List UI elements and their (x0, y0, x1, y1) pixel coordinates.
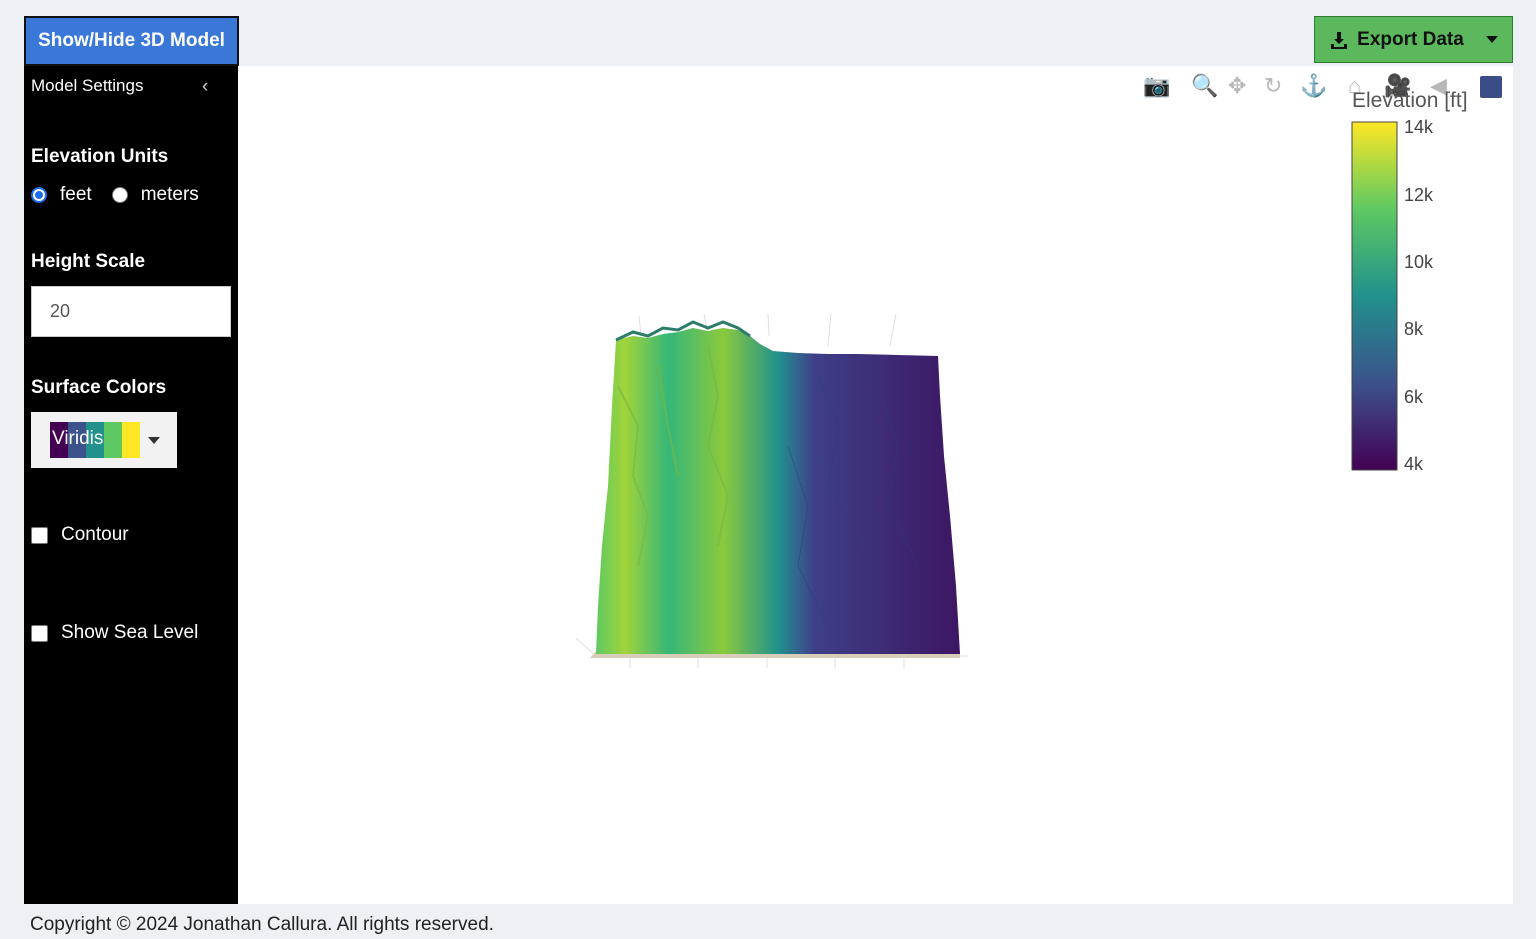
meters-radio-label[interactable]: meters (141, 184, 199, 206)
plot-area[interactable]: 📷 🔍 ✥ ↻ ⚓ ⌂ 🎥 ◀ (238, 66, 1513, 904)
turntable-rotation-icon[interactable]: ⚓ (1300, 72, 1327, 100)
collapse-sidebar-icon[interactable]: ‹ (202, 76, 208, 98)
terrain-surface-3d[interactable] (238, 66, 1513, 904)
export-data-label: Export Data (1357, 28, 1464, 50)
feet-radio-label[interactable]: feet (60, 184, 92, 206)
zoom-icon[interactable]: 🔍 (1191, 72, 1218, 100)
surface-colors-label: Surface Colors (31, 377, 167, 398)
colorbar-tick: 10k (1404, 252, 1434, 272)
meters-radio[interactable] (111, 187, 128, 203)
elevation-units-label: Elevation Units (31, 146, 169, 167)
model-settings-sidebar: Model Settings ‹ Elevation Units feet me… (24, 66, 238, 904)
chevron-down-icon (148, 436, 160, 444)
feet-radio[interactable] (31, 187, 47, 203)
chevron-down-icon (1485, 36, 1498, 43)
contour-label[interactable]: Contour (61, 524, 129, 546)
contour-checkbox[interactable] (31, 526, 48, 544)
sea-level-label[interactable]: Show Sea Level (61, 622, 198, 644)
viridis-swatch: Viridis (50, 422, 140, 458)
plotly-logo-icon[interactable] (1480, 76, 1502, 98)
colorbar-tick: 6k (1404, 387, 1424, 407)
show-hide-3d-model-button[interactable]: Show/Hide 3D Model (24, 16, 239, 66)
pan-icon[interactable]: ✥ (1228, 72, 1246, 100)
contour-checkbox-row[interactable]: Contour (31, 524, 129, 546)
sea-level-checkbox-row[interactable]: Show Sea Level (31, 622, 198, 644)
plotly-modebar: 📷 🔍 ✥ ↻ ⚓ ⌂ 🎥 ◀ (238, 72, 1513, 100)
sea-level-checkbox[interactable] (31, 624, 48, 642)
surface-colors-selected: Viridis (52, 428, 104, 449)
download-icon (1331, 31, 1348, 49)
colorbar-gradient (1351, 121, 1398, 471)
colorbar-title: Elevation [ft] (1352, 89, 1468, 112)
camera-icon[interactable]: 📷 (1143, 72, 1170, 100)
elevation-units-radio-group: feet meters (31, 184, 199, 206)
height-scale-input[interactable]: 20 (31, 286, 231, 337)
colorbar-tick: 14k (1404, 117, 1434, 137)
colorbar-tick: 8k (1404, 319, 1424, 339)
colorbar-tick: 4k (1404, 454, 1424, 474)
surface-colors-select[interactable]: Viridis (31, 412, 177, 468)
height-scale-label: Height Scale (31, 251, 146, 272)
copyright-footer: Copyright © 2024 Jonathan Callura. All r… (30, 914, 494, 935)
sidebar-title: Model Settings (31, 76, 144, 95)
colorbar-tick: 12k (1404, 185, 1434, 205)
orbit-rotation-icon[interactable]: ↻ (1264, 72, 1282, 100)
export-data-button[interactable]: Export Data (1314, 16, 1513, 63)
terrain-surface (596, 328, 960, 654)
